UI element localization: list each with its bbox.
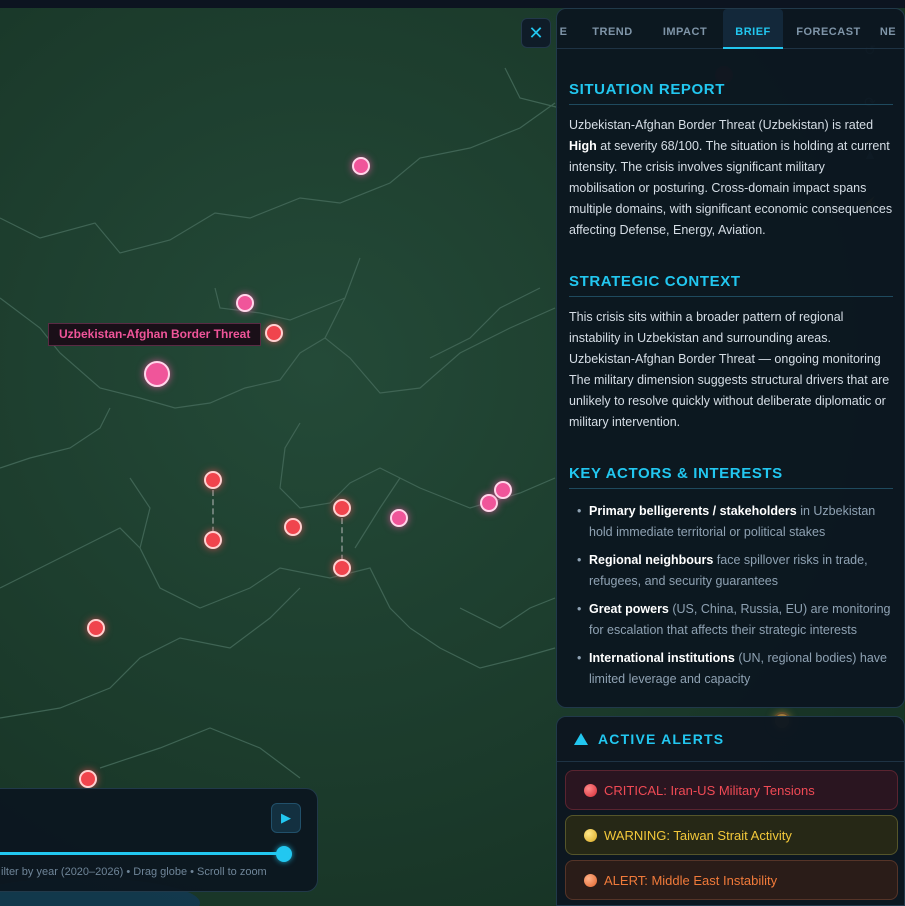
crisis-marker[interactable]: [87, 619, 105, 637]
play-icon: ▶: [281, 810, 291, 825]
year-slider-fill: [0, 852, 291, 855]
alerts-title: ACTIVE ALERTS: [598, 731, 725, 747]
list-item: International institutions (UN, regional…: [577, 648, 893, 690]
timeline-hint: ilter by year (2020–2026) • Drag globe •…: [1, 866, 267, 878]
situation-report-text: Uzbekistan-Afghan Border Threat (Uzbekis…: [569, 118, 893, 237]
alert-dot-icon: [584, 873, 597, 887]
alert-text: CRITICAL: Iran-US Military Tensions: [604, 782, 815, 798]
list-item: Regional neighbours face spillover risks…: [577, 550, 893, 592]
detail-panel: E TREND IMPACT BRIEF FORECAST NE SITUATI…: [556, 8, 905, 708]
key-actors-list: Primary belligerents / stakeholders in U…: [569, 501, 893, 690]
crisis-marker[interactable]: [236, 294, 254, 312]
crisis-marker[interactable]: [390, 509, 408, 527]
alerts-header: ACTIVE ALERTS: [557, 717, 904, 762]
crisis-marker-selected[interactable]: [144, 361, 170, 387]
crisis-marker[interactable]: [352, 157, 370, 175]
critical-dot-icon: [584, 783, 597, 797]
top-bar: [0, 0, 905, 8]
list-item: Great powers (US, China, Russia, EU) are…: [577, 599, 893, 641]
crisis-marker[interactable]: [204, 471, 222, 489]
alert-warning[interactable]: WARNING: Taiwan Strait Activity: [565, 815, 898, 855]
crisis-marker[interactable]: [494, 481, 512, 499]
active-alerts-panel: ACTIVE ALERTS CRITICAL: Iran-US Military…: [556, 716, 905, 906]
warning-dot-icon: [584, 828, 597, 842]
timeline-panel: ▶ ilter by year (2020–2026) • Drag globe…: [0, 788, 318, 892]
crisis-marker[interactable]: [480, 494, 498, 512]
list-item: Primary belligerents / stakeholders in U…: [577, 501, 893, 543]
strategic-context-text: This crisis sits within a broader patter…: [569, 310, 890, 429]
tab-forecast[interactable]: FORECAST: [783, 9, 874, 49]
key-actors-title: KEY ACTORS & INTERESTS: [569, 465, 893, 489]
crisis-marker[interactable]: [333, 499, 351, 517]
situation-report-title: SITUATION REPORT: [569, 81, 893, 105]
crisis-marker[interactable]: [284, 518, 302, 536]
warning-triangle-icon: [574, 733, 588, 745]
app-stage: ↺ ⟳ ▲ ⚡ Uzbekistan-Afghan Border Threat …: [0, 0, 905, 906]
play-button[interactable]: ▶: [271, 803, 301, 833]
crisis-marker[interactable]: [204, 531, 222, 549]
tab-ne[interactable]: NE: [874, 9, 902, 49]
brief-content: SITUATION REPORT Uzbekistan-Afghan Borde…: [569, 49, 893, 707]
strategic-context-title: STRATEGIC CONTEXT: [569, 273, 893, 297]
tab-impact[interactable]: IMPACT: [655, 9, 715, 49]
crisis-marker[interactable]: [333, 559, 351, 577]
crisis-marker[interactable]: [265, 324, 283, 342]
alert-text: ALERT: Middle East Instability: [604, 872, 778, 888]
tab-trend[interactable]: TREND: [570, 9, 655, 49]
crisis-marker[interactable]: [79, 770, 97, 788]
alert-general[interactable]: ALERT: Middle East Instability: [565, 860, 898, 900]
close-icon: ✕: [528, 23, 544, 43]
marker-tooltip: Uzbekistan-Afghan Border Threat: [48, 323, 262, 346]
severity-rating: High: [569, 139, 597, 153]
panel-tabs: E TREND IMPACT BRIEF FORECAST NE: [557, 9, 904, 49]
alert-text: WARNING: Taiwan Strait Activity: [604, 827, 792, 843]
year-slider-handle[interactable]: [276, 846, 292, 862]
alert-critical[interactable]: CRITICAL: Iran-US Military Tensions: [565, 770, 898, 810]
tab-brief[interactable]: BRIEF: [723, 9, 783, 49]
tab-e[interactable]: E: [557, 9, 570, 49]
close-panel-button[interactable]: ✕: [521, 18, 551, 48]
year-slider-track[interactable]: [0, 852, 291, 855]
